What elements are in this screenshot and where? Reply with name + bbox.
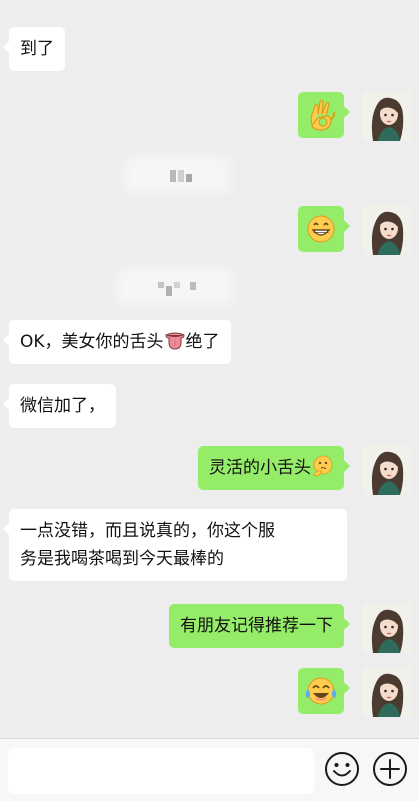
message-input-bar [0, 738, 419, 801]
avatar-illustration [362, 205, 412, 255]
message-bubble-outgoing[interactable] [298, 92, 350, 138]
avatar-illustration [362, 91, 412, 141]
avatar-illustration [362, 603, 412, 653]
message-text: OK，美女你的舌头 [20, 332, 164, 352]
tongue-emoji [165, 332, 185, 350]
redacted-content [118, 150, 236, 200]
message-bubble-outgoing[interactable] [298, 206, 350, 252]
more-button[interactable] [370, 749, 410, 789]
avatar[interactable] [362, 91, 412, 141]
message-text: 绝了 [185, 332, 220, 352]
avatar[interactable] [362, 205, 412, 255]
smiley-icon [325, 752, 359, 786]
avatar[interactable] [362, 603, 412, 653]
message-bubble-outgoing[interactable] [298, 668, 350, 714]
message-bubble-incoming[interactable]: 一点没错，而且说真的，你这个服 务是我喝茶喝到今天最棒的 [3, 509, 347, 581]
message-text-line: 务是我喝茶喝到今天最棒的 [20, 549, 224, 569]
message-text-line: 一点没错，而且说真的，你这个服 [20, 521, 275, 541]
message-bubble-incoming[interactable]: 到了 [3, 27, 65, 71]
tears-of-joy-emoji [305, 677, 337, 705]
message-text: 灵活的小舌头 [209, 458, 311, 478]
ok-hand-emoji [310, 99, 336, 131]
redacted-content [110, 262, 240, 312]
message-bubble-incoming[interactable]: OK，美女你的舌头 绝了 [3, 320, 231, 364]
avatar[interactable] [362, 445, 412, 495]
message-bubble-outgoing[interactable]: 灵活的小舌头 [198, 446, 350, 490]
grinning-face-emoji [307, 215, 335, 243]
message-bubble-outgoing[interactable]: 有朋友记得推荐一下 [169, 604, 350, 648]
message-bubble-incoming[interactable]: 微信加了， [3, 384, 116, 428]
thinking-face-emoji [313, 455, 333, 477]
plus-circle-icon [373, 752, 407, 786]
message-input[interactable] [8, 748, 314, 794]
chat-area[interactable]: 到了 OK，美女你的舌头 绝了 微信加了， 灵活的小舌头 一点没错，而且说真的，… [0, 0, 419, 738]
avatar[interactable] [362, 667, 412, 717]
avatar-illustration [362, 445, 412, 495]
emoji-button[interactable] [322, 749, 362, 789]
avatar-illustration [362, 667, 412, 717]
